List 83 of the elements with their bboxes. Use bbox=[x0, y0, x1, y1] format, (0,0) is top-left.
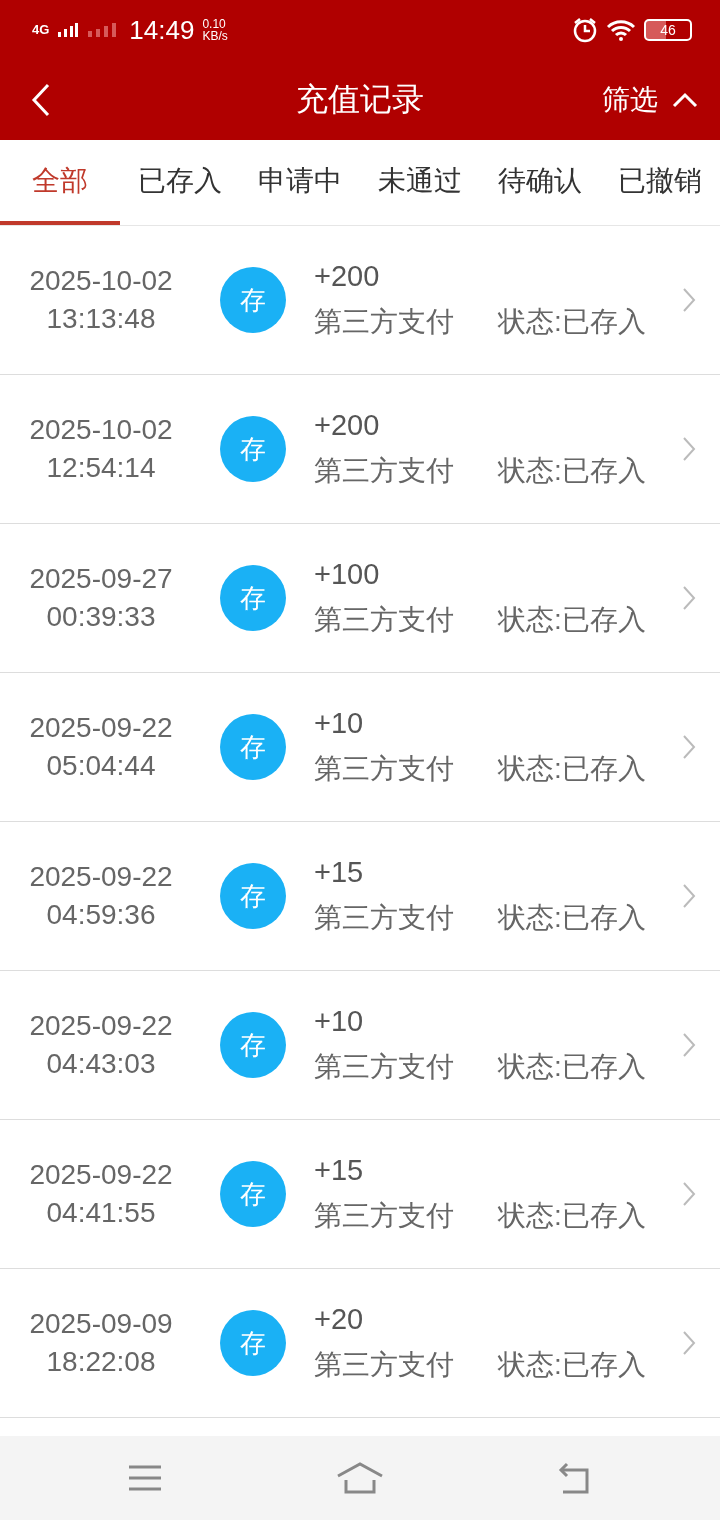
record-time: 12:54:14 bbox=[46, 452, 156, 484]
record-date: 2025-10-02 bbox=[29, 414, 173, 446]
alarm-icon bbox=[572, 17, 598, 43]
filter-tab[interactable]: 已撤销 bbox=[600, 140, 720, 225]
record-status: 状态:已存入 bbox=[498, 1347, 646, 1382]
record-amount: +10 bbox=[314, 706, 365, 740]
record-date: 2025-09-22 bbox=[29, 1010, 173, 1042]
record-amount: +20 bbox=[314, 1302, 365, 1336]
payment-method: 第三方支付 bbox=[314, 304, 454, 339]
filter-button[interactable]: 筛选 bbox=[602, 81, 698, 119]
chevron-right-icon bbox=[682, 585, 696, 611]
chevron-right-icon bbox=[682, 734, 696, 760]
payment-method: 第三方支付 bbox=[314, 1347, 454, 1382]
record-time: 04:59:36 bbox=[46, 899, 156, 931]
page-title: 充值记录 bbox=[296, 80, 424, 119]
wifi-icon bbox=[606, 19, 636, 41]
record-date: 2025-10-02 bbox=[29, 265, 173, 297]
signal-icon bbox=[57, 23, 80, 37]
deposit-badge: 存 bbox=[220, 1310, 286, 1376]
record-status: 状态:已存入 bbox=[498, 1049, 646, 1084]
record-status: 状态:已存入 bbox=[498, 602, 646, 637]
record-time: 13:13:48 bbox=[46, 303, 156, 335]
record-row[interactable]: 2025-09-22 04:41:55 存 +15 第三方支付 状态:已存入 bbox=[0, 1120, 720, 1269]
record-amount: +15 bbox=[314, 855, 365, 889]
battery-icon: 46 bbox=[644, 19, 692, 41]
deposit-badge: 存 bbox=[220, 863, 286, 929]
chevron-right-icon bbox=[682, 287, 696, 313]
chevron-right-icon bbox=[682, 1032, 696, 1058]
record-row[interactable]: 2025-09-22 04:43:03 存 +10 第三方支付 状态:已存入 bbox=[0, 971, 720, 1120]
filter-tab[interactable]: 待确认 bbox=[480, 140, 600, 225]
record-row[interactable]: 2025-09-22 04:59:36 存 +15 第三方支付 状态:已存入 bbox=[0, 822, 720, 971]
record-date: 2025-09-22 bbox=[29, 712, 173, 744]
payment-method: 第三方支付 bbox=[314, 453, 454, 488]
record-row[interactable]: 2025-10-02 13:13:48 存 +200 第三方支付 状态:已存入 bbox=[0, 226, 720, 375]
chevron-right-icon bbox=[682, 883, 696, 909]
record-status: 状态:已存入 bbox=[498, 1198, 646, 1233]
payment-method: 第三方支付 bbox=[314, 1049, 454, 1084]
record-status: 状态:已存入 bbox=[498, 453, 646, 488]
record-status: 状态:已存入 bbox=[498, 900, 646, 935]
chevron-right-icon bbox=[682, 1330, 696, 1356]
record-date: 2025-09-27 bbox=[29, 563, 173, 595]
chevron-right-icon bbox=[682, 1181, 696, 1207]
record-status: 状态:已存入 bbox=[498, 304, 646, 339]
payment-method: 第三方支付 bbox=[314, 602, 454, 637]
status-time: 14:49 bbox=[129, 14, 195, 46]
record-amount: +15 bbox=[314, 1153, 365, 1187]
record-row[interactable]: 2025-09-09 18:22:08 存 +20 第三方支付 状态:已存入 bbox=[0, 1269, 720, 1418]
record-row[interactable]: 2025-10-02 12:54:14 存 +200 第三方支付 状态:已存入 bbox=[0, 375, 720, 524]
payment-method: 第三方支付 bbox=[314, 900, 454, 935]
filter-tab[interactable]: 已存入 bbox=[120, 140, 240, 225]
deposit-badge: 存 bbox=[220, 1161, 286, 1227]
record-time: 04:43:03 bbox=[46, 1048, 156, 1080]
record-date: 2025-09-22 bbox=[29, 861, 173, 893]
weak-signal-icon bbox=[87, 23, 118, 37]
filter-tab[interactable]: 申请中 bbox=[240, 140, 360, 225]
record-amount: +10 bbox=[314, 1004, 365, 1038]
record-row[interactable]: 2025-09-22 05:04:44 存 +10 第三方支付 状态:已存入 bbox=[0, 673, 720, 822]
filter-tab[interactable]: 全部 bbox=[0, 140, 120, 225]
record-amount: +100 bbox=[314, 557, 381, 591]
record-time: 04:41:55 bbox=[46, 1197, 156, 1229]
deposit-badge: 存 bbox=[220, 267, 286, 333]
record-amount: +200 bbox=[314, 259, 381, 293]
back-icon bbox=[30, 82, 52, 118]
record-time: 18:22:08 bbox=[46, 1346, 156, 1378]
speed-value: 0.10 bbox=[202, 18, 227, 30]
speed-unit: KB/s bbox=[202, 30, 228, 42]
deposit-badge: 存 bbox=[220, 1012, 286, 1078]
deposit-badge: 存 bbox=[220, 714, 286, 780]
payment-method: 第三方支付 bbox=[314, 1198, 454, 1233]
deposit-badge: 存 bbox=[220, 416, 286, 482]
record-date: 2025-09-09 bbox=[29, 1308, 173, 1340]
record-time: 00:39:33 bbox=[46, 601, 156, 633]
record-status: 状态:已存入 bbox=[498, 751, 646, 786]
deposit-badge: 存 bbox=[220, 565, 286, 631]
record-amount: +200 bbox=[314, 408, 381, 442]
filter-tab[interactable]: 未通过 bbox=[360, 140, 480, 225]
record-row[interactable]: 2025-09-27 00:39:33 存 +100 第三方支付 状态:已存入 bbox=[0, 524, 720, 673]
network-label: 4G bbox=[32, 23, 50, 37]
record-time: 05:04:44 bbox=[46, 750, 156, 782]
payment-method: 第三方支付 bbox=[314, 751, 454, 786]
record-date: 2025-09-22 bbox=[29, 1159, 173, 1191]
chevron-right-icon bbox=[682, 436, 696, 462]
chevron-up-icon bbox=[672, 92, 698, 108]
